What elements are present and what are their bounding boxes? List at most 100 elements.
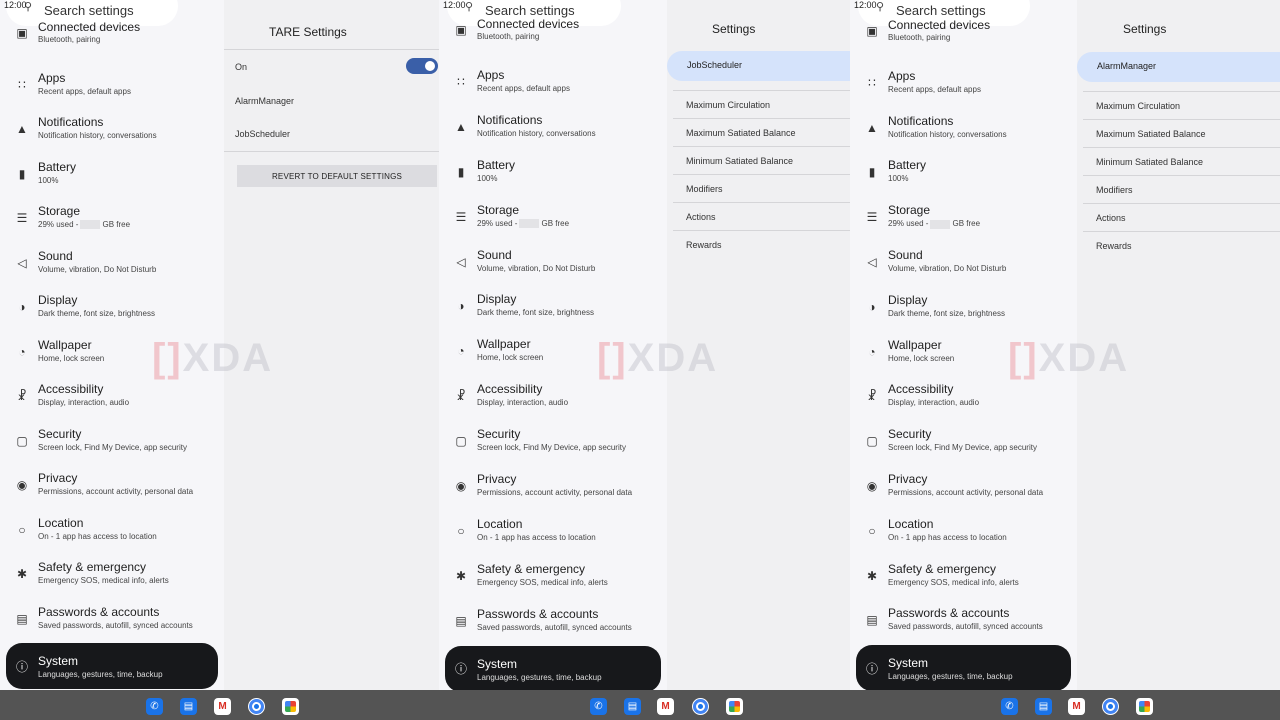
settings-item-location[interactable]: ○ Location On - 1 app has access to locati… <box>850 513 1077 557</box>
settings-item-title: Security <box>477 427 521 442</box>
settings-item-privacy[interactable]: ◉ Privacy Permissions, account activity, p… <box>439 468 667 512</box>
settings-item-privacy[interactable]: ◉ Privacy Permissions, account activity, p… <box>850 468 1077 512</box>
chrome-icon[interactable] <box>248 698 265 715</box>
detail-row-rewards[interactable]: Rewards <box>1096 241 1132 251</box>
settings-item-title: Notifications <box>477 112 543 127</box>
settings-item-display[interactable]: ◑ Display Dark theme, font size, brightnes… <box>850 289 1077 333</box>
detail-row-maximum-circulation[interactable]: Maximum Circulation <box>1096 101 1180 111</box>
settings-item-storage[interactable]: ☰ Storage 29% used - GB free <box>0 200 224 244</box>
phone-icon[interactable]: ✆ <box>1001 698 1018 715</box>
settings-item-subtitle: On - 1 app has access to location <box>38 531 157 541</box>
settings-item-safety-emergency[interactable]: ✱ Safety & emergency Emergency SOS, medica… <box>850 558 1077 602</box>
settings-item-passwords-accounts[interactable]: ▤ Passwords & accounts Saved passwords, au… <box>439 603 667 647</box>
settings-item-connected-devices[interactable]: ▣ Connected devices Bluetooth, pairing <box>850 18 1077 64</box>
detail-row-maximum-circulation[interactable]: Maximum Circulation <box>686 100 770 110</box>
phone-icon[interactable]: ✆ <box>590 698 607 715</box>
settings-item-sound[interactable]: ◁ Sound Volume, vibration, Do Not Disturb <box>439 244 667 288</box>
settings-item-subtitle: Screen lock, Find My Device, app securit… <box>477 443 626 453</box>
settings-item-display[interactable]: ◑ Display Dark theme, font size, brightnes… <box>439 288 667 332</box>
status-time: 12:00 <box>4 0 27 10</box>
selected-section-jobscheduler[interactable]: JobScheduler <box>667 51 850 81</box>
detail-row-minimum-satiated-balance[interactable]: Minimum Satiated Balance <box>686 156 793 166</box>
detail-row-modifiers[interactable]: Modifiers <box>1096 185 1133 195</box>
photos-icon[interactable] <box>1136 698 1153 715</box>
photos-icon[interactable] <box>726 698 743 715</box>
settings-item-apps[interactable]: ∷ Apps Recent apps, default apps <box>0 67 224 111</box>
settings-item-passwords-accounts[interactable]: ▤ Passwords & accounts Saved passwords, au… <box>850 602 1077 646</box>
settings-item-battery[interactable]: ▮ Battery 100% <box>0 156 224 200</box>
settings-item-notifications[interactable]: ▲ Notifications Notification history, conv… <box>439 109 667 153</box>
settings-item-accessibility[interactable]: ☧ Accessibility Display, interaction, audi… <box>850 378 1077 422</box>
divider <box>673 146 850 147</box>
gmail-icon[interactable]: M <box>657 698 674 715</box>
settings-item-safety-emergency[interactable]: ✱ Safety & emergency Emergency SOS, medica… <box>0 556 224 600</box>
settings-item-title: Safety & emergency <box>477 561 586 576</box>
settings-item-title: Display <box>38 293 78 307</box>
settings-item-security[interactable]: ▢ Security Screen lock, Find My Device, ap… <box>0 423 224 467</box>
settings-item-security[interactable]: ▢ Security Screen lock, Find My Device, ap… <box>850 423 1077 467</box>
messages-icon[interactable]: ▤ <box>1035 698 1052 715</box>
row-alarmmanager[interactable]: AlarmManager <box>235 96 294 106</box>
settings-item-connected-devices[interactable]: ▣ Connected devices Bluetooth, pairing <box>0 20 224 66</box>
settings-item-storage[interactable]: ☰ Storage 29% used - GB free <box>850 199 1077 243</box>
settings-item-storage[interactable]: ☰ Storage 29% used - GB free <box>439 199 667 243</box>
speaker-icon: ◁ <box>456 254 466 269</box>
selected-section-alarmmanager[interactable]: AlarmManager <box>1077 52 1280 82</box>
settings-item-accessibility[interactable]: ☧ Accessibility Display, interaction, audi… <box>0 378 224 422</box>
settings-item-location[interactable]: ○ Location On - 1 app has access to locati… <box>0 512 224 556</box>
divider <box>673 118 850 119</box>
detail-row-actions[interactable]: Actions <box>1096 213 1126 223</box>
revert-defaults-button[interactable]: REVERT TO DEFAULT SETTINGS <box>237 165 437 187</box>
settings-item-apps[interactable]: ∷ Apps Recent apps, default apps <box>439 64 667 108</box>
gmail-icon[interactable]: M <box>214 698 231 715</box>
detail-row-maximum-satiated-balance[interactable]: Maximum Satiated Balance <box>1096 129 1206 139</box>
settings-item-title: Safety & emergency <box>888 561 997 576</box>
settings-item-system[interactable]: ⓘ System Languages, gestures, time, backup <box>445 645 661 690</box>
settings-item-subtitle: Languages, gestures, time, backup <box>888 672 1013 682</box>
chrome-icon[interactable] <box>1102 698 1119 715</box>
settings-item-sound[interactable]: ◁ Sound Volume, vibration, Do Not Disturb <box>850 244 1077 288</box>
settings-item-title: Apps <box>38 70 66 85</box>
settings-item-sound[interactable]: ◁ Sound Volume, vibration, Do Not Disturb <box>0 245 224 289</box>
settings-item-accessibility[interactable]: ☧ Accessibility Display, interaction, audi… <box>439 378 667 422</box>
settings-item-system[interactable]: ⓘ System Languages, gestures, time, backup <box>6 643 218 689</box>
photos-icon[interactable] <box>282 698 299 715</box>
detail-row-maximum-satiated-balance[interactable]: Maximum Satiated Balance <box>686 128 796 138</box>
settings-item-subtitle: Recent apps, default apps <box>888 84 981 94</box>
taskbar: ✆ ▤ M <box>850 690 1280 720</box>
settings-item-apps[interactable]: ∷ Apps Recent apps, default apps <box>850 65 1077 109</box>
settings-item-title: Wallpaper <box>477 337 531 352</box>
messages-icon[interactable]: ▤ <box>180 698 197 715</box>
settings-item-safety-emergency[interactable]: ✱ Safety & emergency Emergency SOS, medica… <box>439 558 667 602</box>
chrome-icon[interactable] <box>692 698 709 715</box>
settings-item-system[interactable]: ⓘ System Languages, gestures, time, backup <box>856 645 1071 690</box>
settings-item-subtitle: Volume, vibration, Do Not Disturb <box>38 264 157 274</box>
divider <box>1083 119 1280 120</box>
page-title: Settings <box>1123 22 1167 36</box>
gmail-icon[interactable]: M <box>1068 698 1085 715</box>
tare-toggle[interactable] <box>406 58 438 74</box>
settings-item-battery[interactable]: ▮ Battery 100% <box>850 154 1077 198</box>
settings-item-privacy[interactable]: ◉ Privacy Permissions, account activity, p… <box>0 467 224 511</box>
palette-icon: ◔ <box>457 344 465 359</box>
settings-item-subtitle: Notification history, conversations <box>888 129 1007 139</box>
settings-item-notifications[interactable]: ▲ Notifications Notification history, conv… <box>0 111 224 155</box>
settings-item-notifications[interactable]: ▲ Notifications Notification history, conv… <box>850 110 1077 154</box>
settings-item-display[interactable]: ◑ Display Dark theme, font size, brightnes… <box>0 289 224 333</box>
settings-item-connected-devices[interactable]: ▣ Connected devices Bluetooth, pairing <box>439 17 667 63</box>
detail-row-modifiers[interactable]: Modifiers <box>686 184 723 194</box>
settings-item-location[interactable]: ○ Location On - 1 app has access to locati… <box>439 513 667 557</box>
settings-item-passwords-accounts[interactable]: ▤ Passwords & accounts Saved passwords, au… <box>0 601 224 645</box>
settings-item-battery[interactable]: ▮ Battery 100% <box>439 154 667 198</box>
detail-row-actions[interactable]: Actions <box>686 212 716 222</box>
asterisk-icon: ✱ <box>455 568 467 583</box>
messages-icon[interactable]: ▤ <box>624 698 641 715</box>
row-jobscheduler[interactable]: JobScheduler <box>235 129 290 139</box>
detail-row-rewards[interactable]: Rewards <box>686 240 722 250</box>
detail-row-minimum-satiated-balance[interactable]: Minimum Satiated Balance <box>1096 157 1203 167</box>
battery-icon: ▮ <box>18 166 26 181</box>
settings-item-security[interactable]: ▢ Security Screen lock, Find My Device, ap… <box>439 423 667 467</box>
phone-icon[interactable]: ✆ <box>146 698 163 715</box>
settings-item-title: Privacy <box>38 471 78 485</box>
divider <box>673 230 850 231</box>
